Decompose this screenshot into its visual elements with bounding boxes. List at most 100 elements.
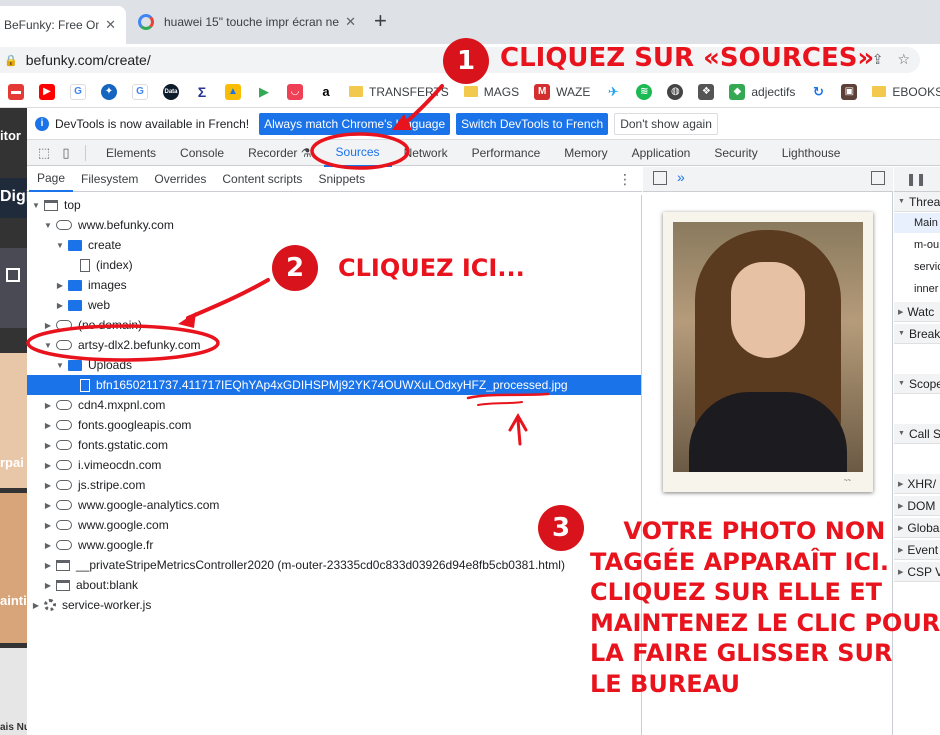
data-icon[interactable]: Data — [163, 83, 179, 100]
more-tabs-icon[interactable]: » — [677, 169, 685, 185]
tab-elements[interactable]: Elements — [94, 140, 168, 166]
twitter-icon[interactable]: ✈ — [605, 83, 622, 100]
tree-item-file[interactable]: (index) — [27, 255, 641, 275]
collapsed-arrow-icon[interactable]: ▶ — [43, 421, 53, 430]
tree-item-domain[interactable]: ▶ js.stripe.com — [27, 475, 641, 495]
more-options-icon[interactable]: ⋮ — [618, 171, 632, 188]
close-icon[interactable]: ✕ — [345, 14, 356, 30]
globe-icon[interactable]: ◍ — [667, 83, 684, 100]
expanded-arrow-icon[interactable]: ▼ — [43, 341, 53, 350]
bookmark-red-icon[interactable]: ▬ — [8, 83, 24, 100]
tree-item-frame[interactable]: ▶ __privateStripeMetricsController2020 (m… — [27, 555, 641, 575]
collapsed-arrow-icon[interactable]: ▶ — [43, 481, 53, 490]
tab-memory[interactable]: Memory — [552, 140, 619, 166]
tab-security[interactable]: Security — [702, 140, 769, 166]
pause-icon[interactable]: ❚❚ — [906, 172, 926, 186]
new-tab-button[interactable]: + — [374, 8, 387, 34]
spotify-icon[interactable]: ≋ — [636, 83, 653, 100]
tab-console[interactable]: Console — [168, 140, 236, 166]
close-icon[interactable]: ✕ — [105, 17, 116, 33]
expanded-arrow-icon[interactable]: ▼ — [43, 221, 53, 230]
expanded-arrow-icon[interactable]: ▼ — [55, 361, 65, 370]
star-icon[interactable]: ☆ — [897, 51, 910, 68]
bookmark-ebooks[interactable]: EBOOKS — [872, 85, 940, 99]
tree-item-top[interactable]: ▼ top — [27, 195, 641, 215]
tab-network[interactable]: Network — [392, 140, 460, 166]
collapsed-arrow-icon[interactable]: ▶ — [43, 441, 53, 450]
ads-icon[interactable]: ▲ — [225, 83, 241, 100]
google-icon[interactable]: G — [132, 83, 148, 100]
book-icon[interactable]: ▣ — [841, 83, 858, 100]
tree-item-domain-artsy[interactable]: ▼ artsy-dlx2.befunky.com — [27, 335, 641, 355]
collapsed-arrow-icon[interactable]: ▶ — [43, 501, 53, 510]
section-xhr[interactable]: ▶ XHR/ — [894, 474, 940, 494]
section-breakpoints[interactable]: ▼ Break — [894, 324, 940, 344]
browser-tab-google[interactable]: huawei 15" touche impr écran ne ✕ — [128, 6, 366, 38]
tree-item-folder[interactable]: ▶ web — [27, 295, 641, 315]
section-call-stack[interactable]: ▼ Call S — [894, 424, 940, 444]
play-store-icon[interactable]: ▶ — [256, 83, 272, 100]
thread-item[interactable]: servic — [894, 257, 940, 277]
tree-item-service-worker[interactable]: ▶ service-worker.js — [27, 595, 641, 615]
collapsed-arrow-icon[interactable]: ▶ — [43, 461, 53, 470]
expanded-arrow-icon[interactable]: ▼ — [55, 241, 65, 250]
bookmark-waze[interactable]: M WAZE — [534, 83, 590, 100]
youtube-icon[interactable]: ▶ — [39, 83, 55, 100]
section-watch[interactable]: ▶ Watc — [894, 302, 940, 322]
expanded-arrow-icon[interactable]: ▼ — [31, 201, 41, 210]
navtab-overrides[interactable]: Overrides — [146, 167, 214, 191]
section-scope[interactable]: ▼ Scope — [894, 374, 940, 394]
tree-item-domain[interactable]: ▶ (no domain) — [27, 315, 641, 335]
tree-item-domain[interactable]: ▶ fonts.gstatic.com — [27, 435, 641, 455]
navtab-snippets[interactable]: Snippets — [310, 167, 373, 191]
collapsed-arrow-icon[interactable]: ▶ — [43, 401, 53, 410]
thread-item[interactable]: Main — [894, 213, 940, 233]
thread-item[interactable]: m-ou — [894, 235, 940, 255]
amazon-icon[interactable]: a — [318, 83, 334, 100]
collapsed-arrow-icon[interactable]: ▶ — [43, 541, 53, 550]
bird-icon[interactable]: ❖ — [698, 83, 715, 100]
collapsed-arrow-icon[interactable]: ▶ — [31, 601, 41, 610]
device-toolbar-icon[interactable]: ▯ — [55, 145, 77, 161]
tree-item-domain[interactable]: ▼ www.befunky.com — [27, 215, 641, 235]
tree-item-folder[interactable]: ▶ images — [27, 275, 641, 295]
tab-sources[interactable]: Sources — [323, 139, 392, 167]
collapsed-arrow-icon[interactable]: ▶ — [55, 301, 65, 310]
browser-tab-befunky[interactable]: BeFunky: Free Onli ✕ — [0, 6, 126, 44]
bookmark-mags[interactable]: MAGS — [463, 85, 519, 99]
section-threads[interactable]: ▼ Threa — [894, 192, 940, 212]
translate-icon[interactable]: ✦ — [101, 83, 117, 100]
collapsed-arrow-icon[interactable]: ▶ — [43, 521, 53, 530]
tree-item-folder-uploads[interactable]: ▼ Uploads — [27, 355, 641, 375]
tree-item-frame[interactable]: ▶ about:blank — [27, 575, 641, 595]
url-text[interactable]: befunky.com/create/ — [26, 52, 151, 68]
lock-icon[interactable]: 🔒 — [4, 54, 18, 67]
collapsed-arrow-icon[interactable]: ▶ — [43, 321, 53, 330]
refresh-icon[interactable]: ↻ — [810, 83, 827, 100]
collapsed-arrow-icon[interactable]: ▶ — [43, 581, 53, 590]
switch-french-button[interactable]: Switch DevTools to French — [456, 112, 609, 135]
collapsed-arrow-icon[interactable]: ▶ — [43, 561, 53, 570]
pocket-icon[interactable]: ◡ — [287, 83, 303, 100]
navtab-content-scripts[interactable]: Content scripts — [214, 167, 310, 191]
tree-item-domain[interactable]: ▶ i.vimeocdn.com — [27, 455, 641, 475]
bookmark-transferts[interactable]: TRANSFERTS — [349, 85, 449, 99]
section-dom[interactable]: ▶ DOM — [894, 496, 940, 516]
bookmark-adjectifs[interactable]: ◆ adjectifs — [729, 83, 795, 100]
tree-item-selected-image[interactable]: bfn1650211737.411717IEQhYAp4xGDIHSPMj92Y… — [27, 375, 641, 395]
tree-item-domain[interactable]: ▶ cdn4.mxpnl.com — [27, 395, 641, 415]
navtab-filesystem[interactable]: Filesystem — [73, 167, 146, 191]
tree-item-folder[interactable]: ▼ create — [27, 235, 641, 255]
toggle-navigator-icon[interactable] — [653, 171, 667, 185]
thread-item[interactable]: inner — [894, 279, 940, 299]
match-language-button[interactable]: Always match Chrome's language — [259, 112, 451, 135]
collapsed-arrow-icon[interactable]: ▶ — [55, 281, 65, 290]
tree-item-domain[interactable]: ▶ fonts.googleapis.com — [27, 415, 641, 435]
toggle-debugger-icon[interactable] — [871, 171, 885, 185]
inspect-element-icon[interactable]: ⬚ — [33, 145, 55, 161]
navtab-page[interactable]: Page — [29, 166, 74, 192]
portrait-photo[interactable]: ~~ — [663, 212, 873, 492]
tab-performance[interactable]: Performance — [460, 140, 553, 166]
dont-show-again-button[interactable]: Don't show again — [614, 112, 718, 135]
google-icon[interactable]: G — [70, 83, 86, 100]
